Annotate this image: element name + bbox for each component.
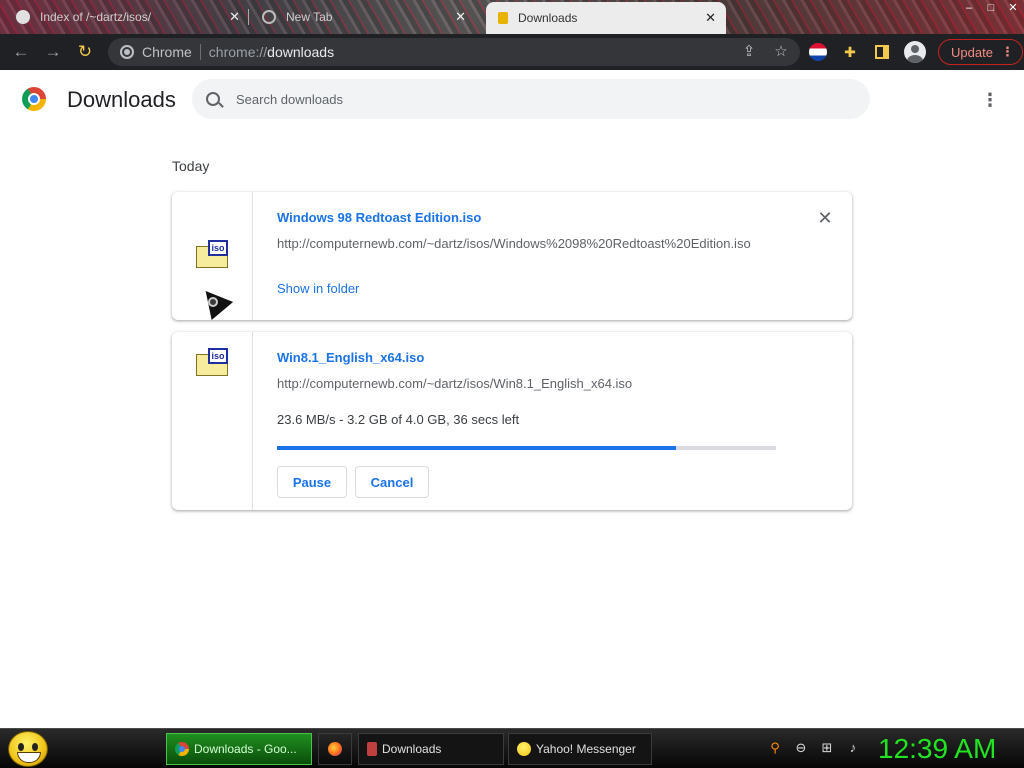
download-progress-bar (277, 446, 776, 450)
show-in-folder-link[interactable]: Show in folder (277, 281, 359, 296)
site-label: Chrome (142, 44, 192, 60)
search-icon (206, 92, 220, 106)
download-progress-fill (277, 446, 677, 450)
date-section-label: Today (172, 158, 210, 174)
iso-tag: iso (208, 348, 228, 364)
url-host: downloads (267, 44, 335, 60)
taskbar-item-downloads[interactable]: Downloads (358, 733, 504, 765)
maximize-icon[interactable]: □ (984, 2, 998, 14)
search-box[interactable] (192, 79, 870, 119)
extensions-puzzle-icon[interactable]: ✚ (840, 42, 860, 62)
search-tray-icon[interactable]: ⚲ (766, 739, 784, 757)
download-status: 23.6 MB/s - 3.2 GB of 4.0 GB, 36 secs le… (277, 412, 520, 427)
tab-downloads[interactable]: Downloads ✕ (486, 2, 726, 34)
chrome-site-icon[interactable] (120, 45, 134, 59)
update-button[interactable]: Update ⋮ (938, 39, 1023, 65)
more-actions-icon[interactable]: ⋮ (980, 90, 1000, 110)
taskbar-item-yahoo-messenger[interactable]: Yahoo! Messenger (508, 733, 652, 765)
update-label: Update (951, 44, 993, 60)
globe-icon (262, 10, 276, 24)
flag-icon (809, 43, 827, 61)
start-smiley-icon[interactable] (8, 731, 48, 767)
task-label: Yahoo! Messenger (536, 742, 636, 756)
search-input[interactable] (236, 91, 836, 107)
cancel-button[interactable]: Cancel (355, 466, 429, 498)
side-panel-shape (875, 45, 889, 59)
forward-icon[interactable]: → (42, 41, 64, 63)
download-item: iso Windows 98 Redtoast Edition.iso http… (172, 192, 852, 320)
iso-tag: iso (208, 240, 228, 256)
file-source-url[interactable]: http://computernewb.com/~dartz/isos/Win8… (277, 376, 632, 391)
profile-avatar[interactable] (904, 41, 926, 63)
volume-icon[interactable]: ♪ (844, 739, 862, 757)
page-favicon-icon (16, 10, 30, 24)
chrome-logo-icon (22, 87, 46, 111)
toolbar-right: ✚ Update ⋮ (808, 38, 1023, 66)
downloads-app-icon (367, 742, 377, 756)
task-label: Downloads (382, 742, 442, 756)
iso-file-icon: iso (196, 348, 228, 376)
network-icon[interactable]: ⊞ (818, 739, 836, 757)
tab-index-of-isos[interactable]: Index of /~dartz/isos/ ✕ (6, 2, 250, 32)
omnibox-actions: ⇪ ☆ (740, 43, 790, 61)
file-name-link[interactable]: Win8.1_English_x64.iso (277, 350, 424, 365)
tab-title: Index of /~dartz/isos/ (40, 10, 152, 24)
back-icon[interactable]: ← (10, 41, 32, 63)
window-close-icon[interactable]: ✕ (1006, 2, 1020, 14)
minimize-icon[interactable]: – (962, 2, 976, 14)
taskbar: Downloads - Goo... Downloads Yahoo! Mess… (0, 728, 1024, 768)
remove-from-list-icon[interactable]: ✕ (817, 209, 833, 227)
tab-close-icon[interactable]: ✕ (229, 9, 240, 25)
pause-button[interactable]: Pause (277, 466, 347, 498)
page-title: Downloads (67, 87, 176, 112)
url-text[interactable]: chrome://downloads (209, 44, 334, 60)
taskbar-item-firefox[interactable] (318, 733, 352, 765)
taskbar-clock[interactable]: 12:39 AM (878, 733, 996, 765)
minus-circle-icon[interactable]: ⊖ (792, 739, 810, 757)
tab-close-icon[interactable]: ✕ (455, 9, 466, 25)
tab-new-tab[interactable]: New Tab ✕ (248, 2, 476, 32)
firefox-icon (328, 742, 342, 756)
bookmark-star-icon[interactable]: ☆ (772, 43, 790, 61)
omnibox-divider (199, 44, 201, 60)
file-name-link[interactable]: Windows 98 Redtoast Edition.iso (277, 210, 481, 225)
yahoo-messenger-icon (517, 742, 531, 756)
reload-icon[interactable]: ↻ (74, 41, 96, 63)
download-item: iso Win8.1_English_x64.iso http://comput… (172, 332, 852, 510)
browser-toolbar: ← → ↻ Chrome chrome://downloads ⇪ ☆ ✚ Up… (0, 34, 1024, 70)
taskbar-item-chrome[interactable]: Downloads - Goo... (166, 733, 312, 765)
address-bar[interactable]: Chrome chrome://downloads ⇪ ☆ (108, 38, 800, 66)
downloads-header: Downloads ⋮ (0, 70, 1024, 130)
file-source-url[interactable]: http://computernewb.com/~dartz/isos/Wind… (277, 236, 751, 251)
iso-file-icon: iso (196, 240, 228, 268)
share-icon[interactable]: ⇪ (740, 43, 758, 61)
file-icon-column: iso (172, 332, 253, 510)
tab-strip: Index of /~dartz/isos/ ✕ New Tab ✕ Downl… (0, 0, 1024, 34)
tab-title: Downloads (518, 11, 578, 25)
tab-title: New Tab (286, 10, 333, 24)
url-scheme: chrome:// (208, 44, 268, 60)
side-panel-icon[interactable] (872, 42, 892, 62)
task-label: Downloads - Goo... (194, 742, 297, 756)
extension-flag-icon[interactable] (808, 42, 828, 62)
window-controls: – □ ✕ (962, 0, 1020, 16)
tab-close-icon[interactable]: ✕ (705, 10, 716, 26)
chrome-icon (175, 742, 189, 756)
download-favicon-icon (498, 12, 508, 24)
system-tray: ⚲ ⊖ ⊞ ♪ (766, 739, 862, 757)
menu-dots-icon: ⋮ (1000, 44, 1014, 59)
cursor-eye-icon (208, 297, 218, 307)
